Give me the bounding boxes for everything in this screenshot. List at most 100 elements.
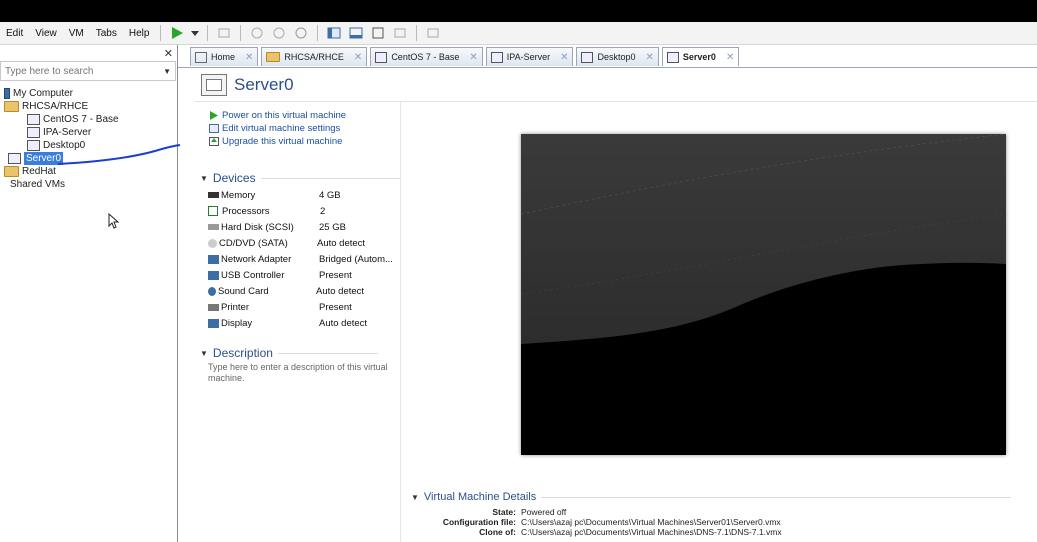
close-icon[interactable]: ✕ bbox=[354, 52, 362, 63]
action-label: Edit virtual machine settings bbox=[222, 123, 341, 134]
vm-actions: Power on this virtual machine Edit virtu… bbox=[209, 109, 346, 148]
revert-snapshot-icon[interactable] bbox=[271, 25, 287, 41]
device-row-cdrom[interactable]: CD/DVD (SATA) Auto detect bbox=[208, 235, 393, 251]
fullscreen-icon[interactable] bbox=[370, 25, 386, 41]
chevron-down-icon[interactable]: ▼ bbox=[163, 67, 171, 76]
tree-item-label: My Computer bbox=[13, 88, 74, 99]
library-tree: My Computer RHCSA/RHCE CentOS 7 - Base I… bbox=[0, 87, 177, 191]
snapshot-icon[interactable] bbox=[249, 25, 265, 41]
tab-centos-base[interactable]: CentOS 7 - Base ✕ bbox=[370, 47, 483, 66]
toolbar-separator bbox=[240, 25, 242, 41]
tree-item-shared-vms[interactable]: Shared VMs bbox=[0, 178, 177, 191]
printer-icon bbox=[208, 303, 219, 311]
folder-icon bbox=[266, 52, 281, 62]
device-row-printer[interactable]: Printer Present bbox=[208, 299, 393, 315]
mouse-cursor-icon bbox=[108, 213, 120, 229]
tab-server0[interactable]: Server0 ✕ bbox=[661, 47, 740, 66]
tab-rhcsa-rhce[interactable]: RHCSA/RHCE ✕ bbox=[261, 47, 368, 66]
toolbar-separator bbox=[207, 25, 209, 41]
vm-icon bbox=[27, 140, 40, 151]
toolbar-separator bbox=[160, 25, 162, 41]
top-black-bar bbox=[0, 0, 1037, 22]
device-row-processors[interactable]: Processors 2 bbox=[208, 203, 393, 219]
collapse-icon: ▼ bbox=[411, 492, 419, 502]
menu-vm[interactable]: VM bbox=[63, 28, 90, 39]
tree-item-label: CentOS 7 - Base bbox=[43, 114, 119, 125]
vm-icon bbox=[666, 51, 679, 63]
description-field[interactable]: Type here to enter a description of this… bbox=[208, 362, 388, 384]
detail-state: State: Powered off bbox=[492, 507, 567, 517]
vm-icon bbox=[375, 51, 388, 63]
vm-icon bbox=[27, 114, 40, 125]
device-row-hard-disk[interactable]: Hard Disk (SCSI) 25 GB bbox=[208, 219, 393, 235]
tree-item-label: Server0 bbox=[24, 152, 64, 165]
detail-clone-of: Clone of: C:\Users\azaj pc\Documents\Vir… bbox=[479, 527, 782, 537]
close-icon[interactable]: ✕ bbox=[245, 52, 253, 63]
vm-icon bbox=[201, 74, 227, 96]
menu-view[interactable]: View bbox=[29, 28, 63, 39]
snapshot-manager-icon[interactable] bbox=[293, 25, 309, 41]
close-icon[interactable]: ✕ bbox=[560, 52, 568, 63]
power-on-icon[interactable] bbox=[169, 25, 185, 41]
library-view-icon[interactable] bbox=[326, 25, 342, 41]
panel-divider bbox=[400, 102, 401, 542]
device-row-memory[interactable]: Memory 4 GB bbox=[208, 187, 393, 203]
vm-screen-preview[interactable] bbox=[521, 134, 1006, 455]
action-label: Power on this virtual machine bbox=[222, 110, 347, 121]
thumbnail-view-icon[interactable] bbox=[348, 25, 364, 41]
close-icon[interactable]: ✕ bbox=[726, 52, 734, 63]
toolbar-separator bbox=[416, 25, 418, 41]
tree-item-ipa-server[interactable]: IPA-Server bbox=[0, 126, 177, 139]
tab-label: CentOS 7 - Base bbox=[391, 52, 460, 62]
device-row-usb[interactable]: USB Controller Present bbox=[208, 267, 393, 283]
tab-ipa-server[interactable]: IPA-Server ✕ bbox=[485, 47, 574, 66]
tab-label: IPA-Server bbox=[506, 52, 551, 62]
menu-edit[interactable]: Edit bbox=[0, 28, 29, 39]
network-icon bbox=[208, 254, 219, 264]
device-row-network[interactable]: Network Adapter Bridged (Autom... bbox=[208, 251, 393, 267]
menu-tabs[interactable]: Tabs bbox=[90, 28, 123, 39]
menu-bar: Edit View VM Tabs Help bbox=[0, 22, 1037, 45]
vm-details: State: Powered off Configuration file: C… bbox=[423, 507, 782, 537]
collapse-icon: ▼ bbox=[200, 173, 208, 183]
upgrade-link[interactable]: Upgrade this virtual machine bbox=[209, 135, 346, 148]
console-view-icon[interactable] bbox=[425, 25, 441, 41]
search-input[interactable] bbox=[1, 64, 157, 78]
folder-icon bbox=[4, 166, 19, 177]
edit-settings-link[interactable]: Edit virtual machine settings bbox=[209, 122, 346, 135]
tree-item-server0[interactable]: Server0 bbox=[0, 152, 177, 165]
tab-home[interactable]: Home ✕ bbox=[190, 47, 259, 66]
power-on-link[interactable]: Power on this virtual machine bbox=[209, 109, 346, 122]
description-header[interactable]: ▼ Description bbox=[200, 346, 378, 360]
tree-item-my-computer[interactable]: My Computer bbox=[0, 87, 177, 100]
collapse-icon: ▼ bbox=[200, 348, 208, 358]
device-row-sound[interactable]: Sound Card Auto detect bbox=[208, 283, 393, 299]
unity-icon[interactable] bbox=[392, 25, 408, 41]
tree-item-redhat[interactable]: RedHat bbox=[0, 165, 177, 178]
menu-help[interactable]: Help bbox=[123, 28, 156, 39]
vm-details-header[interactable]: ▼ Virtual Machine Details bbox=[411, 491, 1012, 503]
tab-label: Server0 bbox=[682, 52, 716, 62]
tree-item-rhcsa-rhce[interactable]: RHCSA/RHCE bbox=[0, 100, 177, 113]
computer-icon bbox=[4, 88, 10, 99]
tab-desktop0[interactable]: Desktop0 ✕ bbox=[576, 47, 659, 66]
tab-strip: Home ✕ RHCSA/RHCE ✕ CentOS 7 - Base ✕ IP… bbox=[190, 47, 742, 67]
close-icon[interactable]: ✕ bbox=[164, 47, 173, 60]
send-keys-icon[interactable] bbox=[216, 25, 232, 41]
play-icon bbox=[209, 111, 219, 120]
chevron-down-icon[interactable] bbox=[191, 25, 200, 41]
tab-baseline bbox=[178, 67, 1037, 68]
action-label: Upgrade this virtual machine bbox=[222, 136, 343, 147]
page-title: Server0 bbox=[201, 74, 294, 96]
tree-item-desktop0[interactable]: Desktop0 bbox=[0, 139, 177, 152]
vm-name: Server0 bbox=[234, 75, 294, 94]
usb-icon bbox=[208, 270, 219, 280]
devices-header[interactable]: ▼ Devices bbox=[200, 171, 401, 185]
tree-item-centos-base[interactable]: CentOS 7 - Base bbox=[0, 113, 177, 126]
tree-item-label: Desktop0 bbox=[43, 140, 86, 151]
device-row-display[interactable]: Display Auto detect bbox=[208, 315, 393, 331]
close-icon[interactable]: ✕ bbox=[646, 52, 654, 63]
tab-label: RHCSA/RHCE bbox=[284, 52, 344, 62]
library-search: ▼ bbox=[0, 61, 176, 81]
close-icon[interactable]: ✕ bbox=[469, 52, 477, 63]
